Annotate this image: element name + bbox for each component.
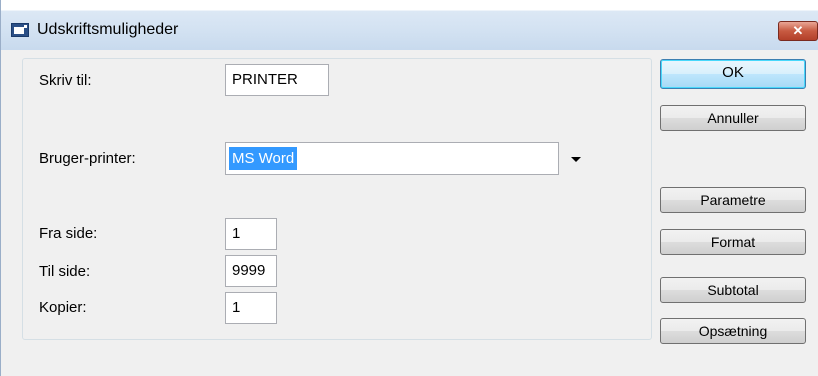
copies-label: Kopier:: [39, 299, 87, 316]
to-page-field[interactable]: 9999: [225, 255, 277, 287]
close-icon: ✕: [792, 23, 804, 38]
user-printer-label: Bruger-printer:: [39, 150, 136, 167]
print-settings-group: [22, 58, 652, 340]
parameters-button[interactable]: Parametre: [660, 187, 806, 213]
ok-button[interactable]: OK: [660, 59, 806, 89]
write-to-field[interactable]: PRINTER: [225, 64, 329, 96]
setup-button[interactable]: Opsætning: [660, 318, 806, 344]
dialog-title: Udskriftsmuligheder: [37, 21, 179, 38]
print-options-dialog: Udskriftsmuligheder ✕ Skriv til: PRINTER…: [0, 0, 818, 376]
to-page-label: Til side:: [39, 263, 91, 280]
from-page-field[interactable]: 1: [225, 218, 277, 250]
app-icon: [11, 23, 29, 37]
title-bar[interactable]: Udskriftsmuligheder ✕: [1, 0, 818, 50]
user-printer-value: MS Word: [229, 147, 298, 170]
write-to-label: Skriv til:: [39, 72, 92, 89]
copies-field[interactable]: 1: [225, 292, 277, 324]
cancel-button[interactable]: Annuller: [660, 105, 806, 131]
chevron-down-icon[interactable]: [566, 148, 586, 170]
from-page-label: Fra side:: [39, 225, 98, 242]
user-printer-combobox[interactable]: MS Word: [225, 142, 559, 175]
close-button[interactable]: ✕: [778, 21, 818, 41]
format-button[interactable]: Format: [660, 229, 806, 255]
subtotal-button[interactable]: Subtotal: [660, 277, 806, 303]
